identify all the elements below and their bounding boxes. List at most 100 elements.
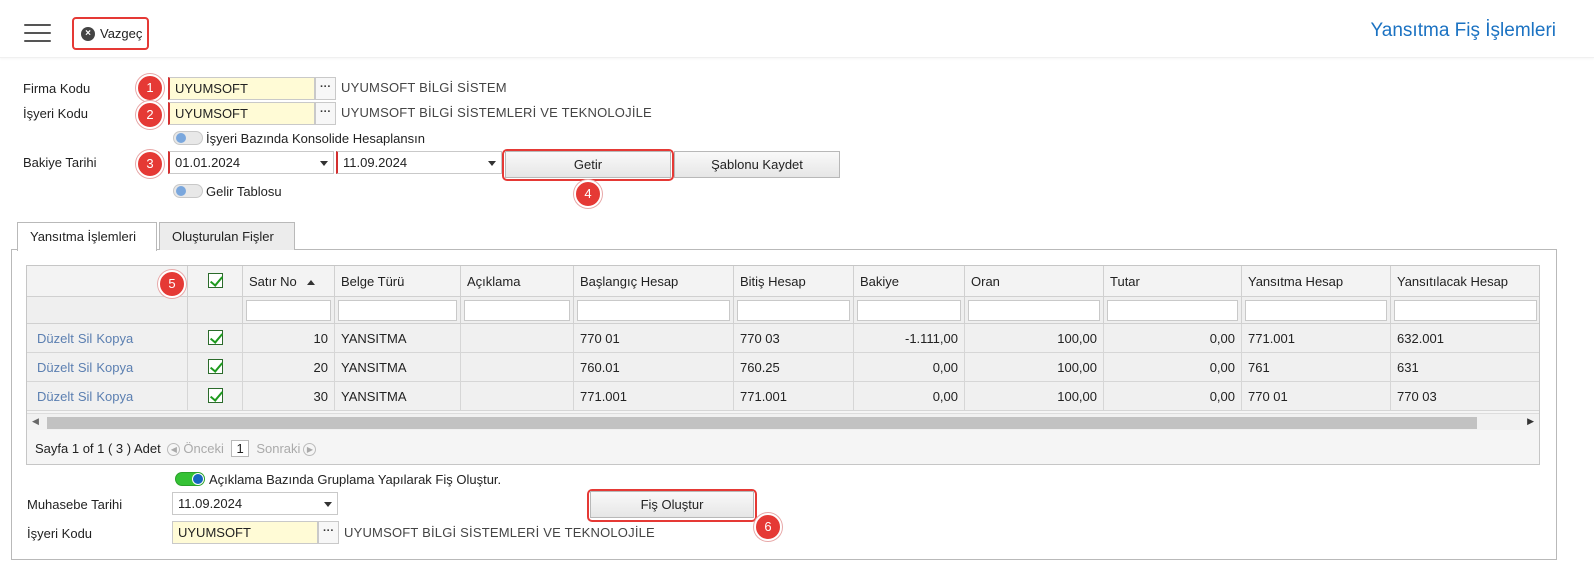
chevron-down-icon — [320, 161, 328, 166]
filter-input-aciklama[interactable] — [464, 300, 570, 321]
tab-yansitma-islemleri[interactable]: Yansıtma İşlemleri — [17, 222, 157, 251]
grid-header-baslangic-hesap[interactable]: Başlangıç Hesap — [574, 266, 734, 297]
filter-input-satir-no[interactable] — [246, 300, 331, 321]
page-root: × Vazgeç Yansıtma Fiş İşlemleri Firma Ko… — [0, 0, 1594, 573]
tab-olusturulan-fisler[interactable]: Oluşturulan Fişler — [159, 222, 295, 250]
page-number-button[interactable]: 1 — [231, 440, 249, 457]
start-date-picker[interactable]: 01.01.2024 — [168, 151, 334, 174]
firma-kodu-description: UYUMSOFT BİLGİ SİSTEM — [341, 80, 507, 95]
getir-button[interactable]: Getir — [505, 151, 671, 178]
filter-input-tutar[interactable] — [1107, 300, 1238, 321]
scrollbar-thumb[interactable] — [47, 417, 1477, 429]
sablonu-kaydet-button[interactable]: Şablonu Kaydet — [674, 151, 840, 178]
cell-bakiye: -1.111,00 — [854, 324, 965, 353]
cell-oran: 100,00 — [965, 324, 1104, 353]
filter-input-yansitilacak-hesap[interactable] — [1394, 300, 1537, 321]
grid-header-oran[interactable]: Oran — [965, 266, 1104, 297]
cell-belge: YANSITMA — [335, 353, 461, 382]
gruplama-label: Açıklama Bazında Gruplama Yapılarak Fiş … — [209, 472, 502, 487]
row-copy-link[interactable]: Kopya — [96, 389, 133, 404]
scroll-right-icon[interactable]: ▶ — [1527, 416, 1534, 427]
step-badge-4: 4 — [574, 180, 602, 208]
row-delete-link[interactable]: Sil — [78, 331, 92, 346]
row-copy-link[interactable]: Kopya — [96, 331, 133, 346]
cell-belge: YANSITMA — [335, 324, 461, 353]
row-select-cell — [188, 353, 243, 382]
end-date-value: 11.09.2024 — [343, 155, 408, 170]
sort-ascending-icon — [306, 280, 315, 286]
filter-cell — [574, 297, 734, 324]
prev-page-icon[interactable]: ◀ — [167, 443, 181, 457]
step-badge-2: 2 — [136, 101, 164, 129]
filter-input-bakiye[interactable] — [857, 300, 961, 321]
bottom-isyeri-kodu-lookup-button[interactable]: ··· — [318, 521, 339, 544]
row-copy-link[interactable]: Kopya — [96, 360, 133, 375]
grid-header-yansitma-hesap[interactable]: Yansıtma Hesap — [1242, 266, 1391, 297]
row-delete-link[interactable]: Sil — [78, 360, 92, 375]
chevron-down-icon — [324, 502, 332, 507]
row-edit-link[interactable]: Düzelt — [37, 360, 74, 375]
row-edit-link[interactable]: Düzelt — [37, 389, 74, 404]
cancel-button[interactable]: × Vazgeç — [72, 17, 149, 50]
cell-yansitma: 761 — [1242, 353, 1391, 382]
isyeri-kodu-lookup-button[interactable]: ··· — [315, 102, 336, 125]
filter-input-baslangic-hesap[interactable] — [577, 300, 730, 321]
grid-header-yansitilacak-hesap[interactable]: Yansıtılacak Hesap — [1391, 266, 1539, 297]
konsolide-toggle[interactable] — [173, 131, 203, 145]
gruplama-toggle[interactable] — [175, 472, 205, 486]
end-date-picker[interactable]: 11.09.2024 — [336, 151, 502, 174]
cell-aciklama — [461, 353, 574, 382]
cell-baslangic: 771.001 — [574, 382, 734, 411]
firma-kodu-lookup-button[interactable]: ··· — [315, 77, 336, 100]
grid-header-bitis-hesap[interactable]: Bitiş Hesap — [734, 266, 854, 297]
row-delete-link[interactable]: Sil — [78, 389, 92, 404]
cancel-label: Vazgeç — [100, 26, 143, 41]
row-actions: Düzelt Sil Kopya — [27, 382, 188, 411]
cell-yansitma: 771.001 — [1242, 324, 1391, 353]
fis-olustur-button[interactable]: Fiş Oluştur — [590, 491, 754, 518]
horizontal-scrollbar[interactable]: ◀ ▶ — [27, 413, 1539, 430]
cell-yansitma: 770 01 — [1242, 382, 1391, 411]
scroll-left-icon[interactable]: ◀ — [32, 416, 39, 427]
bottom-isyeri-kodu-input[interactable]: UYUMSOFT — [172, 521, 318, 544]
grid-header-tutar[interactable]: Tutar — [1104, 266, 1242, 297]
row-checkbox[interactable] — [207, 359, 223, 374]
row-checkbox[interactable] — [207, 388, 223, 403]
filter-cell — [1391, 297, 1539, 324]
grid-header-bakiye[interactable]: Bakiye — [854, 266, 965, 297]
filter-input-yansitma-hesap[interactable] — [1245, 300, 1387, 321]
grid-pager: Sayfa 1 of 1 ( 3 ) Adet ◀ Önceki 1 Sonrak… — [27, 430, 1539, 464]
cell-bitis: 770 03 — [734, 324, 854, 353]
select-all-checkbox[interactable] — [207, 273, 223, 288]
firma-kodu-input[interactable]: UYUMSOFT — [168, 77, 315, 100]
row-edit-link[interactable]: Düzelt — [37, 331, 74, 346]
grid-header-aciklama[interactable]: Açıklama — [461, 266, 574, 297]
cell-yansitilacak: 770 03 — [1391, 382, 1539, 411]
konsolide-label: İşyeri Bazında Konsolide Hesaplansın — [206, 131, 425, 146]
isyeri-kodu-input[interactable]: UYUMSOFT — [168, 102, 315, 125]
filter-input-oran[interactable] — [968, 300, 1100, 321]
grid-header-belge-turu[interactable]: Belge Türü — [335, 266, 461, 297]
hamburger-menu-icon[interactable] — [24, 24, 52, 44]
cell-satir: 20 — [243, 353, 335, 382]
next-page-icon[interactable]: ▶ — [303, 443, 317, 457]
filter-cell — [243, 297, 335, 324]
row-checkbox[interactable] — [207, 330, 223, 345]
prev-page-link[interactable]: Önceki — [183, 441, 223, 456]
close-circle-icon: × — [81, 26, 95, 41]
filter-cell — [1242, 297, 1391, 324]
grid-header-satir-no[interactable]: Satır No — [243, 266, 335, 297]
muhasebe-tarihi-picker[interactable]: 11.09.2024 — [172, 492, 338, 515]
page-title: Yansıtma Fiş İşlemleri — [1370, 20, 1556, 41]
top-bar — [0, 0, 1594, 58]
bottom-isyeri-kodu-label: İşyeri Kodu — [27, 526, 93, 541]
filter-input-belge-turu[interactable] — [338, 300, 457, 321]
filter-cell — [188, 297, 243, 324]
filter-input-bitis-hesap[interactable] — [737, 300, 850, 321]
cell-belge: YANSITMA — [335, 382, 461, 411]
cell-satir: 30 — [243, 382, 335, 411]
cell-baslangic: 770 01 — [574, 324, 734, 353]
gelir-tablosu-toggle[interactable] — [173, 184, 203, 198]
next-page-link[interactable]: Sonraki — [256, 441, 300, 456]
grid-header-select-all[interactable] — [188, 266, 243, 297]
